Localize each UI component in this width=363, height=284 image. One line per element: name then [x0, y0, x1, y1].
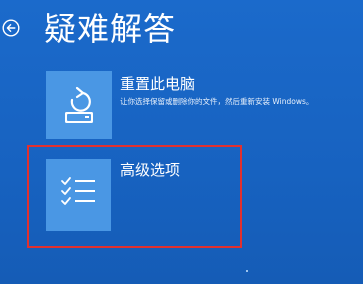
checklist-icon [61, 177, 95, 205]
reset-pc-description: 让你选择保留或删除你的文件，然后重新安装 Windows。 [120, 97, 314, 106]
decorative-dot [246, 270, 248, 272]
back-button[interactable] [2, 19, 20, 37]
troubleshoot-screen: 疑难解答 重置此电脑 让你选择保留或删除你的文件，然后重新安装 Windows。 [0, 0, 363, 284]
advanced-options-title: 高级选项 [120, 161, 181, 179]
reset-this-pc-option[interactable]: 重置此电脑 让你选择保留或删除你的文件，然后重新安装 Windows。 [46, 71, 346, 143]
reset-pc-icon [65, 86, 93, 123]
reset-pc-tile [46, 71, 112, 139]
advanced-options-tile [46, 159, 111, 231]
back-arrow-circle-icon [2, 19, 20, 37]
page-title: 疑难解答 [44, 10, 177, 48]
advanced-options-option[interactable]: 高级选项 [46, 155, 246, 235]
reset-pc-title: 重置此电脑 [120, 75, 196, 93]
